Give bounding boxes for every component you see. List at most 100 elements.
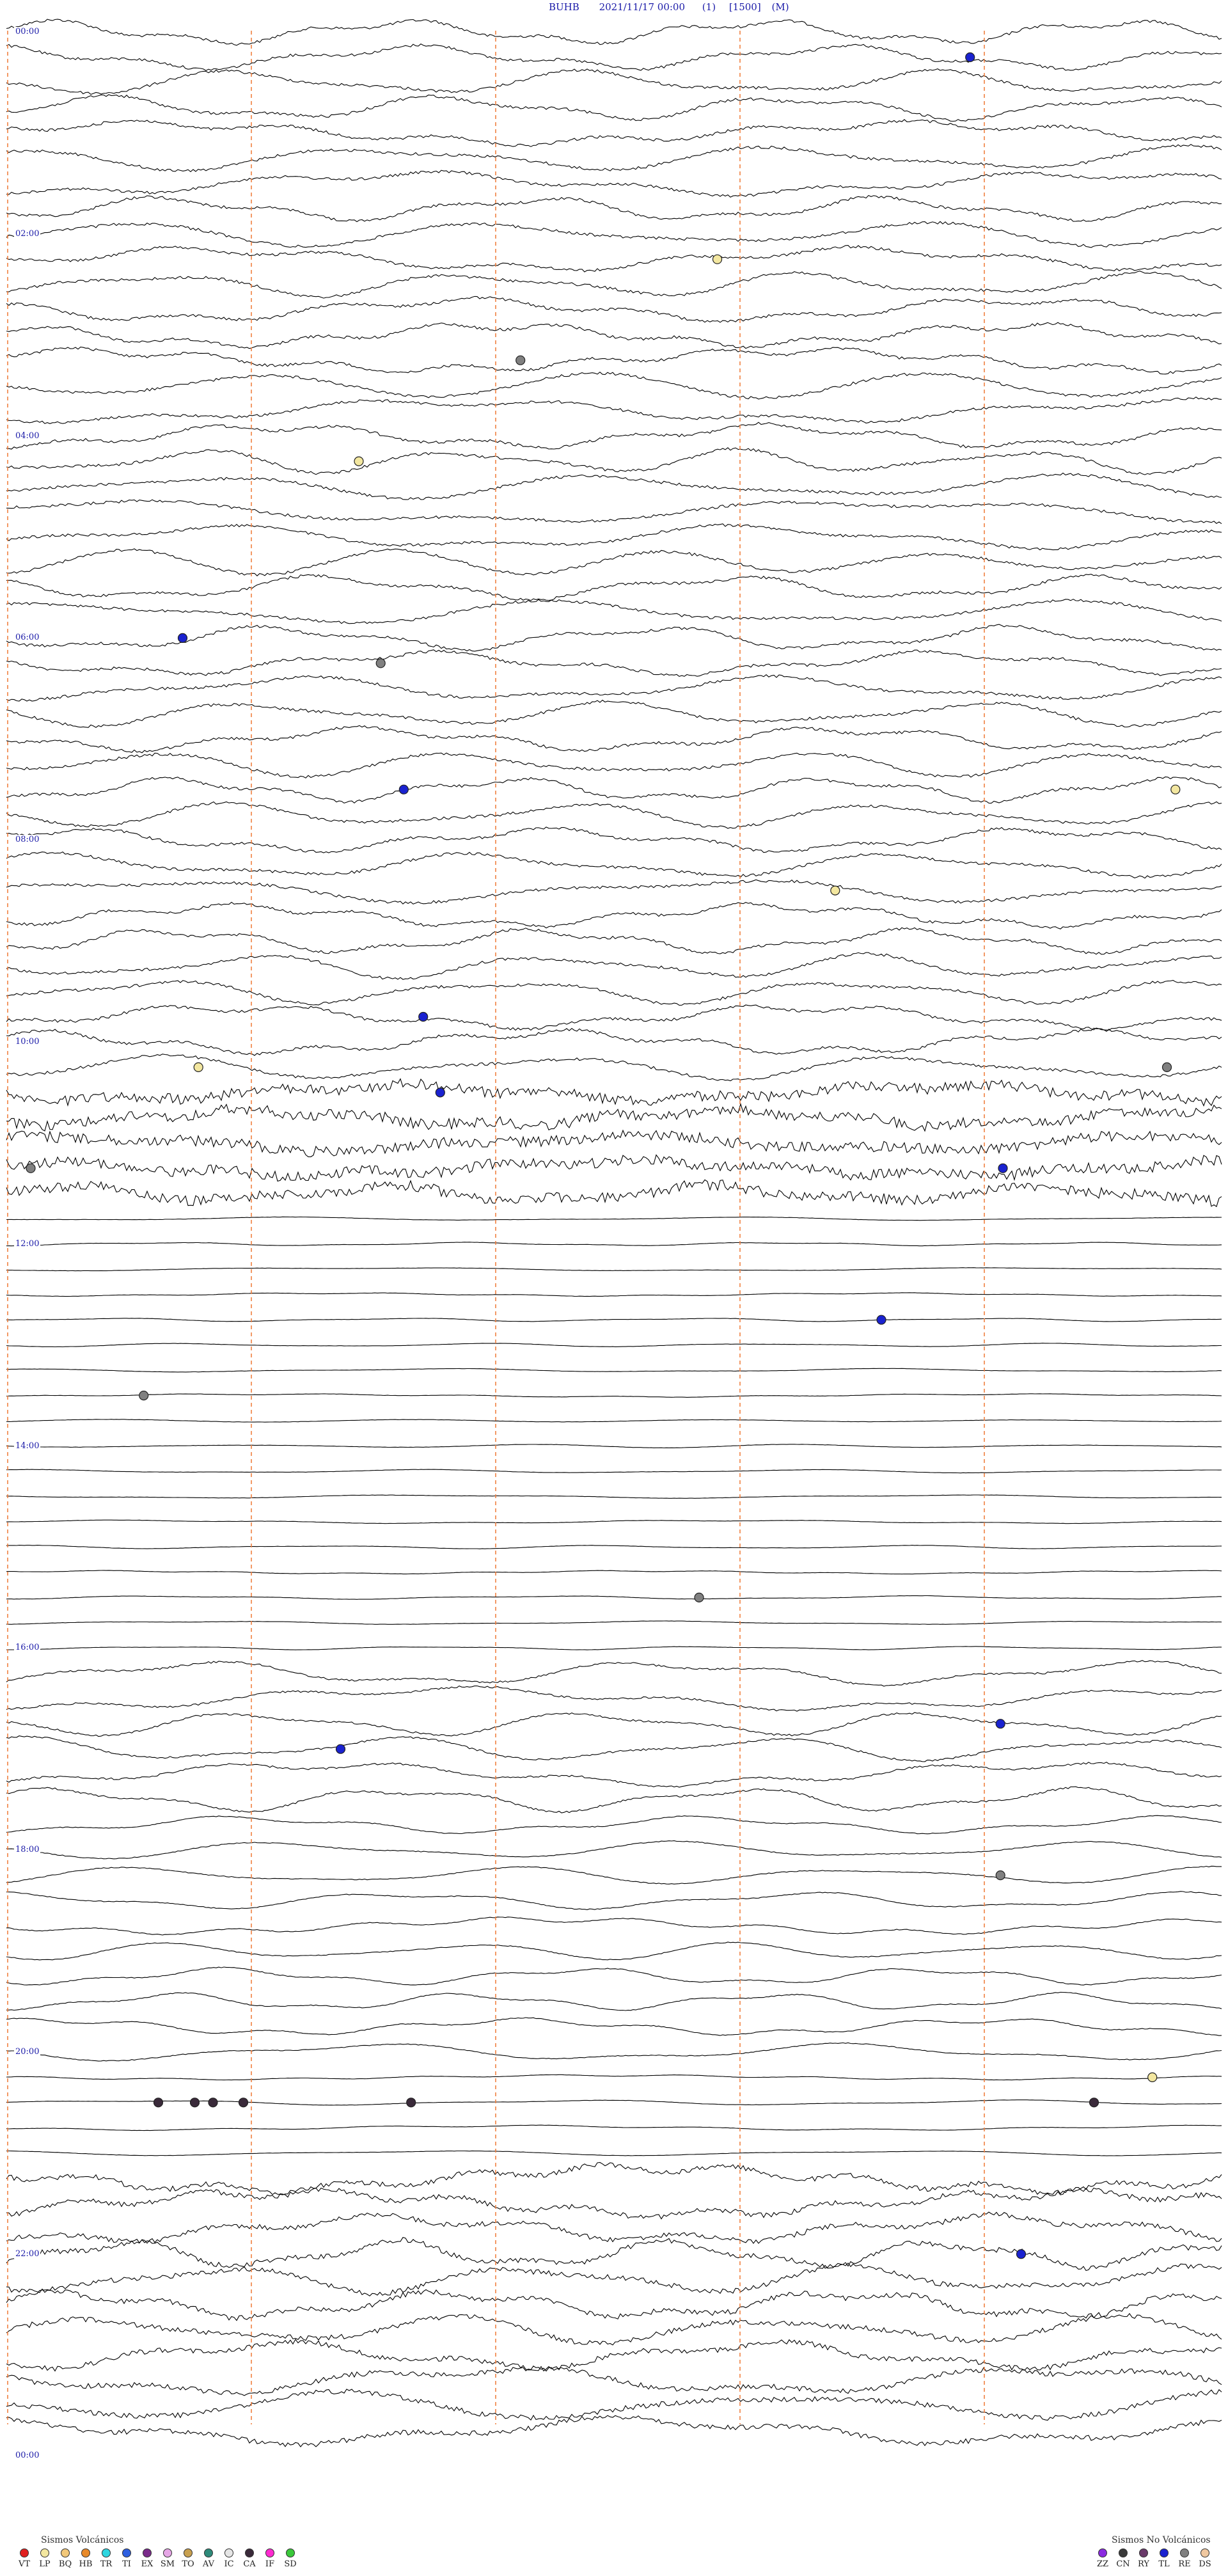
header-channel: (1) — [702, 1, 716, 13]
header-bar: BUHB 2021/11/17 00:00 (1) [1500] (M) — [549, 1, 789, 13]
legend-item-ds: DS — [1197, 2548, 1213, 2569]
event-dot-tl — [998, 1163, 1008, 1173]
trace-row — [6, 1519, 1222, 1524]
legend-item-zz: ZZ — [1095, 2548, 1110, 2569]
legend-swatch — [224, 2548, 233, 2557]
legend-swatch — [81, 2548, 90, 2557]
trace-row — [6, 1102, 1222, 1132]
event-dot-ca — [238, 2098, 249, 2108]
trace-row — [6, 801, 1222, 829]
trace-row — [6, 1419, 1222, 1423]
event-dot-tl — [995, 1719, 1005, 1729]
event-dot-ca — [153, 2098, 164, 2108]
trace-row — [6, 1393, 1222, 1398]
trace-row — [6, 1840, 1222, 1860]
hour-label: 20:00 — [14, 2047, 41, 2057]
trace-row — [6, 144, 1222, 173]
event-dot-re — [694, 1592, 704, 1602]
trace-row — [6, 1865, 1222, 1885]
legend-swatch — [20, 2548, 29, 2557]
trace-row — [6, 2366, 1222, 2396]
legend-swatch — [245, 2548, 254, 2557]
trace-row — [6, 1620, 1222, 1625]
trace-row — [6, 447, 1222, 475]
event-dot-re — [995, 1870, 1005, 1881]
legend-code: TL — [1158, 2559, 1170, 2569]
event-dot-tl — [435, 1087, 445, 1098]
legend-swatch — [265, 2548, 274, 2557]
trace-row — [6, 1712, 1222, 1737]
trace-row — [6, 1660, 1222, 1687]
legend-swatch — [184, 2548, 193, 2557]
trace-row — [6, 346, 1222, 375]
event-dot-tl — [335, 1744, 346, 1754]
hour-label: 00:00 — [14, 2451, 41, 2460]
legend-item-sm: SM — [160, 2548, 175, 2569]
trace-row — [6, 725, 1222, 754]
legend-code: CA — [243, 2559, 256, 2569]
legend-item-to: TO — [180, 2548, 196, 2569]
event-dot-tl — [398, 784, 409, 794]
legend-code: AV — [202, 2559, 215, 2569]
trace-row — [6, 2017, 1222, 2036]
trace-row — [6, 1545, 1222, 1549]
legend-swatch — [1098, 2548, 1107, 2557]
trace-row — [6, 1646, 1222, 1650]
trace-row — [6, 1292, 1222, 1297]
trace-group — [6, 19, 1222, 2447]
event-dot-tl — [876, 1315, 886, 1325]
trace-row — [6, 119, 1222, 147]
trace-row — [6, 2237, 1222, 2272]
trace-row — [6, 19, 1222, 46]
event-dot-re — [375, 658, 386, 668]
legend-item-cn: CN — [1115, 2548, 1131, 2569]
trace-row — [6, 2415, 1222, 2447]
trace-row — [6, 68, 1222, 95]
legend-swatch — [1139, 2548, 1148, 2557]
trace-row — [6, 1815, 1222, 1835]
event-dot-ca — [1089, 2098, 1099, 2108]
trace-row — [6, 43, 1222, 72]
event-dot-lp — [830, 885, 840, 896]
trace-row — [6, 1941, 1222, 1961]
event-dot-tl — [1016, 2249, 1027, 2259]
hour-label: 06:00 — [14, 633, 41, 642]
trace-row — [6, 1991, 1222, 2011]
seismogram-drum — [6, 19, 1222, 2447]
legend-swatch — [1119, 2548, 1128, 2557]
legend-swatch — [204, 2548, 213, 2557]
trace-row — [6, 851, 1222, 879]
hour-label: 08:00 — [14, 835, 41, 844]
trace-row — [6, 194, 1222, 223]
hour-label: 00:00 — [14, 27, 41, 36]
legend-item-re: RE — [1177, 2548, 1192, 2569]
trace-row — [6, 1267, 1222, 1272]
event-dot-tl — [177, 633, 188, 644]
event-dot-lp — [1147, 2072, 1158, 2082]
event-dot-lp — [354, 456, 364, 466]
trace-row — [6, 879, 1222, 905]
legend-code: SM — [160, 2559, 175, 2569]
trace-row — [6, 296, 1222, 323]
trace-row — [6, 599, 1222, 624]
trace-row — [6, 221, 1222, 248]
hour-label: 02:00 — [14, 229, 41, 239]
legend-swatch — [102, 2548, 111, 2557]
trace-row — [6, 94, 1222, 122]
trace-row — [6, 397, 1222, 424]
hour-label: 04:00 — [14, 431, 41, 441]
legend-item-tr: TR — [98, 2548, 114, 2569]
legend-code: ZZ — [1096, 2559, 1109, 2569]
legend-item-hb: HB — [78, 2548, 93, 2569]
legend-code: TR — [100, 2559, 113, 2569]
trace-row — [6, 2389, 1222, 2421]
legend-code: LP — [39, 2559, 51, 2569]
trace-row — [6, 1595, 1222, 1600]
hour-label: 10:00 — [14, 1037, 41, 1047]
legend-code: CN — [1116, 2559, 1130, 2569]
header-unit: (M) — [771, 1, 789, 13]
trace-row — [6, 2074, 1222, 2081]
legend-item-ry: RY — [1136, 2548, 1151, 2569]
trace-row — [6, 1368, 1222, 1373]
trace-row — [6, 901, 1222, 929]
